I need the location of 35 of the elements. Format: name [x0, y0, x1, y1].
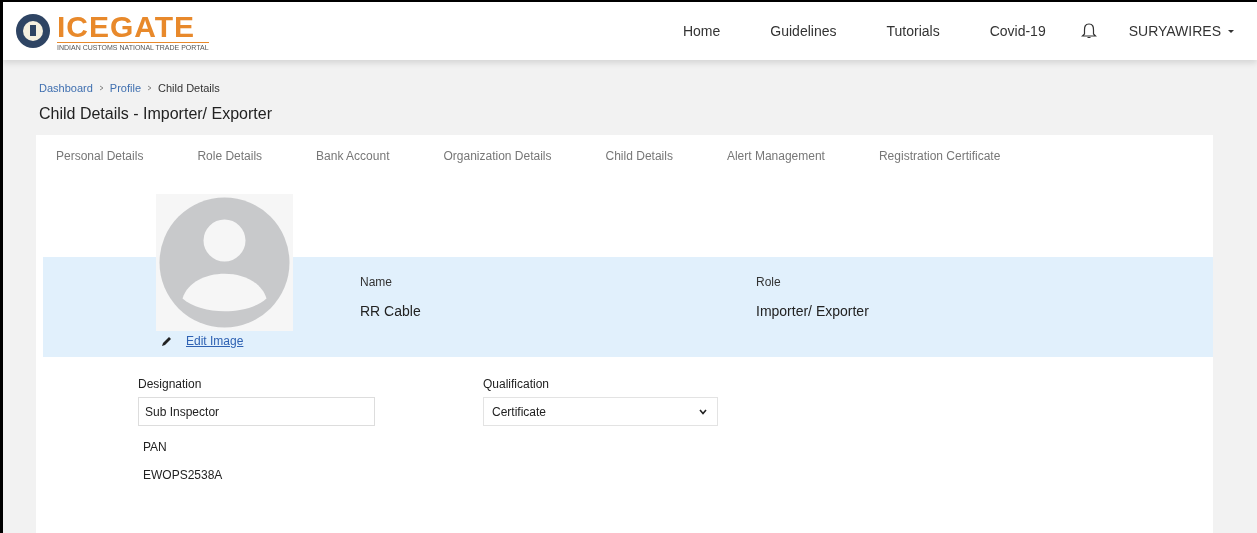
tab[interactable]: Child Details — [605, 145, 701, 169]
bell-icon[interactable] — [1080, 22, 1097, 40]
chevron-icon — [98, 85, 104, 91]
nav-link[interactable]: Guidelines — [745, 23, 862, 39]
user-menu[interactable]: SURYAWIRES — [1122, 22, 1241, 40]
field-value: RR Cable — [360, 303, 422, 319]
nav-link[interactable]: Home — [657, 23, 746, 39]
tab[interactable]: Role Details — [197, 145, 291, 169]
tab[interactable]: Personal Details — [56, 145, 172, 169]
logo-text: ICEGATE — [57, 11, 197, 42]
nav-link[interactable]: Tutorials — [861, 23, 965, 39]
pencil-icon — [161, 335, 172, 347]
breadcrumb-link[interactable]: Dashboard — [39, 82, 93, 94]
chevron-icon — [699, 408, 707, 415]
emblem-icon — [15, 13, 51, 49]
breadcrumb-current: Child Details — [158, 82, 220, 94]
breadcrumb-link[interactable]: Profile — [109, 82, 141, 94]
qualification-select[interactable]: Certificate — [483, 397, 718, 426]
field-label: Role — [756, 275, 782, 289]
nav-link[interactable]: Covid-19 — [964, 23, 1071, 39]
field-label: PAN — [143, 440, 168, 454]
edit-image-link[interactable]: Edit Image — [186, 334, 244, 348]
chevron-icon — [147, 85, 152, 91]
field-label: Name — [360, 275, 393, 289]
caret-icon — [1227, 28, 1235, 34]
tab[interactable]: Organization Details — [443, 145, 580, 169]
page-title: Child Details - Importer/ Exporter — [39, 105, 273, 123]
tab[interactable]: Registration Certificate — [878, 145, 1029, 169]
field-value: Importer/ Exporter — [756, 303, 870, 319]
field-label: Qualification — [483, 377, 551, 391]
field-value: EWOPS2538A — [143, 468, 224, 482]
field-label: Designation — [138, 377, 203, 391]
designation-field[interactable]: Sub Inspector — [138, 397, 375, 426]
tab[interactable]: Bank Account — [316, 145, 418, 169]
tab[interactable]: Alert Management — [726, 145, 853, 169]
